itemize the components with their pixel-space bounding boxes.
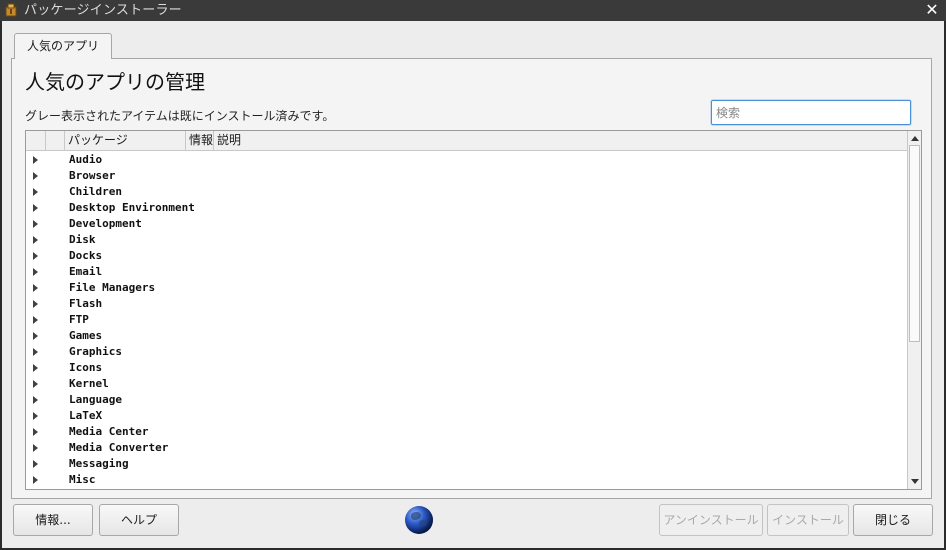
category-label: Audio: [69, 153, 103, 166]
category-label: File Managers: [69, 281, 156, 294]
column-header-status[interactable]: [46, 131, 65, 150]
category-row[interactable]: Audio: [26, 152, 908, 168]
search-input[interactable]: [711, 100, 911, 125]
expand-arrow-icon[interactable]: [33, 348, 38, 356]
expand-arrow-icon[interactable]: [33, 460, 38, 468]
dialog-window: 人気のアプリ 人気のアプリの管理 グレー表示されたアイテムは既にインストール済み…: [2, 21, 944, 548]
category-label: Browser: [69, 169, 116, 182]
category-label: Kernel: [69, 377, 109, 390]
category-row[interactable]: Browser: [26, 168, 908, 184]
tab-panel: 人気のアプリの管理 グレー表示されたアイテムは既にインストール済みです。 パッケ…: [11, 58, 932, 499]
category-row[interactable]: Media Center: [26, 424, 908, 440]
tab-popular-apps[interactable]: 人気のアプリ: [14, 33, 113, 59]
info-text: グレー表示されたアイテムは既にインストール済みです。: [25, 109, 335, 123]
expand-arrow-icon[interactable]: [33, 428, 38, 436]
vertical-scrollbar[interactable]: [907, 131, 921, 489]
category-row[interactable]: Docks: [26, 248, 908, 264]
expand-arrow-icon[interactable]: [33, 396, 38, 404]
category-row[interactable]: FTP: [26, 312, 908, 328]
category-row[interactable]: Icons: [26, 360, 908, 376]
expand-arrow-icon[interactable]: [33, 444, 38, 452]
category-row[interactable]: Desktop Environment: [26, 200, 908, 216]
uninstall-button[interactable]: アンインストール: [659, 504, 763, 536]
category-label: Desktop Environment: [69, 201, 195, 214]
scroll-up-icon[interactable]: [908, 131, 921, 145]
expand-arrow-icon[interactable]: [33, 268, 38, 276]
category-label: Media Converter: [69, 441, 169, 454]
category-label: Graphics: [69, 345, 122, 358]
expand-arrow-icon[interactable]: [33, 172, 38, 180]
category-row[interactable]: Language: [26, 392, 908, 408]
category-row[interactable]: Messaging: [26, 456, 908, 472]
expand-arrow-icon[interactable]: [33, 252, 38, 260]
scroll-down-icon[interactable]: [908, 475, 921, 489]
column-header-expander[interactable]: [26, 131, 46, 150]
category-label: Language: [69, 393, 122, 406]
scrollbar-thumb[interactable]: [909, 145, 920, 342]
expand-arrow-icon[interactable]: [33, 364, 38, 372]
category-label: Games: [69, 329, 103, 342]
expand-arrow-icon[interactable]: [33, 204, 38, 212]
expand-arrow-icon[interactable]: [33, 284, 38, 292]
category-row[interactable]: Development: [26, 216, 908, 232]
category-label: FTP: [69, 313, 89, 326]
expand-arrow-icon[interactable]: [33, 316, 38, 324]
category-label: Media Center: [69, 425, 149, 438]
category-row[interactable]: Misc: [26, 472, 908, 488]
expand-arrow-icon[interactable]: [33, 220, 38, 228]
expand-arrow-icon[interactable]: [33, 380, 38, 388]
category-row[interactable]: Disk: [26, 232, 908, 248]
expand-arrow-icon[interactable]: [33, 156, 38, 164]
expand-arrow-icon[interactable]: [33, 412, 38, 420]
close-button[interactable]: 閉じる: [853, 504, 933, 536]
table-header: パッケージ 情報 説明: [26, 131, 908, 151]
package-icon: [5, 3, 17, 17]
window-title: パッケージインストーラー: [24, 3, 182, 18]
column-header-info[interactable]: 情報: [186, 131, 214, 150]
title-bar: パッケージインストーラー ✕: [0, 0, 946, 21]
category-list: Audio Browser Children Desktop Environme…: [26, 152, 908, 488]
expand-arrow-icon[interactable]: [33, 236, 38, 244]
category-label: Disk: [69, 233, 96, 246]
expand-arrow-icon[interactable]: [33, 332, 38, 340]
globe-icon: [405, 506, 433, 534]
category-label: LaTeX: [69, 409, 103, 422]
category-row[interactable]: Email: [26, 264, 908, 280]
help-button[interactable]: ヘルプ: [99, 504, 179, 536]
category-label: Flash: [69, 297, 103, 310]
install-button[interactable]: インストール: [767, 504, 849, 536]
package-tree: パッケージ 情報 説明 Audio Browser Children Deskt…: [25, 130, 922, 490]
category-row[interactable]: Flash: [26, 296, 908, 312]
category-row[interactable]: Graphics: [26, 344, 908, 360]
category-label: Misc: [69, 473, 96, 486]
category-row[interactable]: LaTeX: [26, 408, 908, 424]
category-label: Icons: [69, 361, 103, 374]
category-row[interactable]: Children: [26, 184, 908, 200]
category-row[interactable]: Games: [26, 328, 908, 344]
category-label: Development: [69, 217, 142, 230]
about-button[interactable]: 情報...: [13, 504, 93, 536]
category-label: Messaging: [69, 457, 129, 470]
category-row[interactable]: File Managers: [26, 280, 908, 296]
category-row[interactable]: Media Converter: [26, 440, 908, 456]
category-row[interactable]: Kernel: [26, 376, 908, 392]
expand-arrow-icon[interactable]: [33, 476, 38, 484]
column-header-description[interactable]: 説明: [214, 131, 908, 150]
category-label: Docks: [69, 249, 103, 262]
close-icon[interactable]: ✕: [924, 1, 940, 19]
category-label: Email: [69, 265, 103, 278]
column-header-package[interactable]: パッケージ: [65, 131, 186, 150]
page-title: 人気のアプリの管理: [25, 70, 205, 94]
expand-arrow-icon[interactable]: [33, 300, 38, 308]
expand-arrow-icon[interactable]: [33, 188, 38, 196]
category-label: Children: [69, 185, 122, 198]
